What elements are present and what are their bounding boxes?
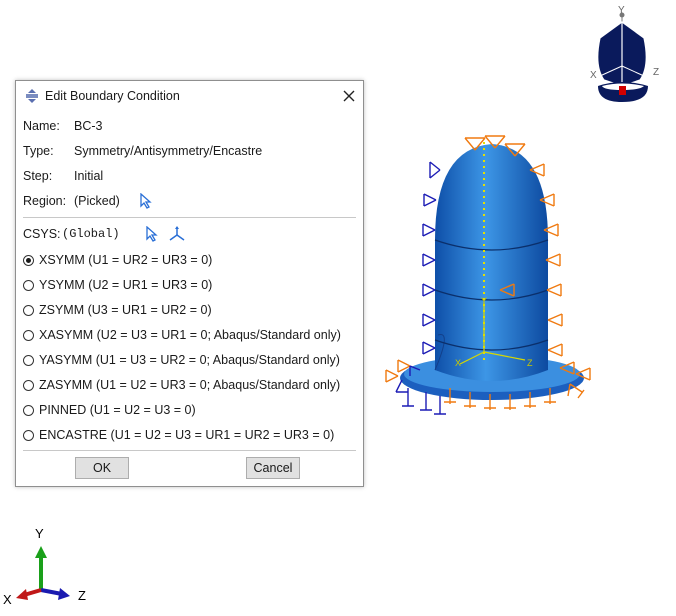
option-yasymm[interactable]: YASYMM (U1 = U3 = UR2 = 0; Abaqus/Standa… [23, 353, 363, 371]
model-y-label: Y [481, 296, 488, 306]
view-cube-y-label: Y [618, 5, 625, 16]
option-xsymm[interactable]: XSYMM (U1 = UR2 = UR3 = 0) [23, 253, 363, 271]
radio-xasymm[interactable] [23, 330, 34, 341]
view-cube-x-label: X [590, 70, 597, 81]
boundary-condition-icon [26, 89, 38, 103]
csys-create-axes-icon[interactable] [168, 225, 186, 243]
model-z-label: Z [527, 358, 533, 368]
option-yasymm-label: YASYMM (U1 = U3 = UR2 = 0; Abaqus/Standa… [39, 353, 340, 367]
option-pinned[interactable]: PINNED (U1 = U2 = U3 = 0) [23, 403, 363, 421]
dialog-title: Edit Boundary Condition [45, 89, 180, 103]
name-label: Name: [23, 119, 60, 133]
option-ysymm-label: YSYMM (U2 = UR1 = UR3 = 0) [39, 278, 213, 292]
csys-pick-arrow-icon[interactable] [145, 226, 159, 242]
step-value: Initial [74, 169, 104, 183]
radio-encastre[interactable] [23, 430, 34, 441]
model-viewport[interactable]: Y X Z Y X Z Y X Z Edit Boundary Conditio… [0, 0, 676, 616]
radio-ysymm[interactable] [23, 280, 34, 291]
global-axis-triad [16, 546, 70, 600]
csys-label: CSYS: [23, 227, 61, 241]
triad-z-label: Z [78, 588, 86, 603]
csys-row: CSYS: (Global) [23, 225, 353, 245]
cancel-button[interactable]: Cancel [246, 457, 300, 479]
option-pinned-label: PINNED (U1 = U2 = U3 = 0) [39, 403, 196, 417]
option-ysymm[interactable]: YSYMM (U2 = UR1 = UR3 = 0) [23, 278, 363, 296]
ok-button[interactable]: OK [75, 457, 129, 479]
region-row: Region: (Picked) [23, 193, 223, 212]
csys-value: (Global) [62, 227, 120, 241]
edit-boundary-condition-dialog: Edit Boundary Condition Name: BC-3 Type:… [15, 80, 364, 487]
view-cube-z-label: Z [653, 67, 660, 78]
radio-yasymm[interactable] [23, 355, 34, 366]
triad-x-label: X [3, 592, 12, 607]
bc-model[interactable] [380, 130, 610, 430]
option-xasymm-label: XASYMM (U2 = U3 = UR1 = 0; Abaqus/Standa… [39, 328, 341, 342]
step-label: Step: [23, 169, 53, 183]
option-xsymm-label: XSYMM (U1 = UR2 = UR3 = 0) [39, 253, 213, 267]
option-xasymm[interactable]: XASYMM (U2 = U3 = UR1 = 0; Abaqus/Standa… [23, 328, 363, 346]
option-encastre[interactable]: ENCASTRE (U1 = U2 = U3 = UR1 = UR2 = UR3… [23, 428, 363, 446]
type-label: Type: [23, 144, 54, 158]
model-x-label: X [455, 358, 462, 368]
radio-zsymm[interactable] [23, 305, 34, 316]
option-encastre-label: ENCASTRE (U1 = U2 = U3 = UR1 = UR2 = UR3… [39, 428, 335, 442]
radio-zasymm[interactable] [23, 380, 34, 391]
radio-xsymm[interactable] [23, 255, 34, 266]
region-label: Region: [23, 194, 67, 208]
option-zasymm[interactable]: ZASYMM (U1 = U2 = UR3 = 0; Abaqus/Standa… [23, 378, 363, 396]
name-value: BC-3 [74, 119, 103, 133]
region-pick-arrow-icon[interactable] [139, 193, 153, 209]
option-zasymm-label: ZASYMM (U1 = U2 = UR3 = 0; Abaqus/Standa… [39, 378, 341, 392]
view-cube[interactable] [588, 6, 660, 106]
close-icon[interactable] [337, 84, 361, 108]
region-value: (Picked) [74, 194, 120, 208]
dialog-titlebar[interactable]: Edit Boundary Condition [16, 81, 363, 111]
option-zsymm[interactable]: ZSYMM (U3 = UR1 = UR2 = 0) [23, 303, 363, 321]
triad-y-label: Y [35, 526, 44, 541]
separator [23, 217, 356, 218]
option-zsymm-label: ZSYMM (U3 = UR1 = UR2 = 0) [39, 303, 212, 317]
type-value: Symmetry/Antisymmetry/Encastre [74, 144, 263, 158]
separator [23, 450, 356, 451]
radio-pinned[interactable] [23, 405, 34, 416]
